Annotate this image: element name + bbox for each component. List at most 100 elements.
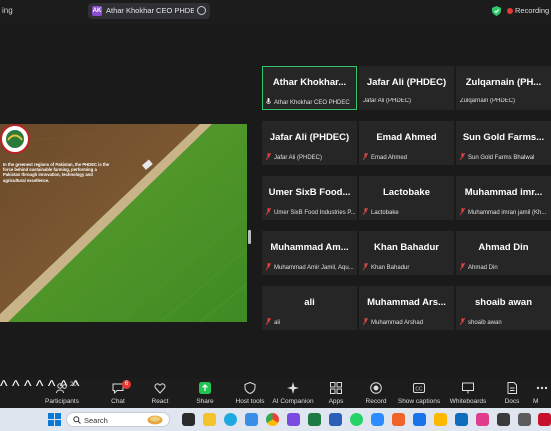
task-view-icon[interactable]: [182, 413, 195, 426]
search-placeholder: Search: [84, 416, 108, 425]
participant-tile[interactable]: Muhammad Ars... Muhammad Arshad: [359, 286, 454, 330]
participant-name-label: Khan Bahadur: [363, 263, 453, 271]
participant-name-label: shoaib awan: [460, 318, 550, 326]
participant-gallery: Athar Khokhar... Athar Khokhar CEO PHDEC…: [262, 66, 551, 342]
meeting-controls-toolbar: 20 Participants ^ 6 Chat React ^ Share ^…: [0, 378, 551, 408]
sticky-notes-icon[interactable]: [434, 413, 447, 426]
participant-tile[interactable]: Lactobake Lactobake: [359, 176, 454, 220]
participant-name-label: Muhammad Arshad: [363, 318, 453, 326]
more-button[interactable]: M: [533, 380, 551, 408]
participant-label-text: Muhammad Arshad: [371, 320, 424, 326]
docs-label: Docs: [504, 398, 520, 405]
participant-tile[interactable]: Zulqarnain (PH... Zulqarnain (PHDEC): [456, 66, 551, 110]
react-button[interactable]: React: [140, 380, 180, 408]
file-explorer-icon[interactable]: [203, 413, 216, 426]
search-highlight-image-icon: [147, 415, 163, 425]
participant-tile[interactable]: Khan Bahadur Khan Bahadur: [359, 231, 454, 275]
windows-start-icon[interactable]: [48, 413, 61, 426]
participant-display-name: Ahmad Din: [478, 242, 529, 253]
shared-screen-area: In the greenest regions of Pakistan, the…: [0, 24, 258, 378]
show-captions-button[interactable]: CC Show captions: [398, 380, 440, 408]
participant-label-text: Umer SixB Food Industries P...: [274, 210, 356, 216]
outlook-icon[interactable]: [413, 413, 426, 426]
participant-tile[interactable]: Sun Gold Farms... Sun Gold Farms Bhalwal: [456, 121, 551, 165]
app-icon[interactable]: [538, 413, 551, 426]
chrome-browser-icon[interactable]: [266, 413, 279, 426]
meeting-top-bar: ing AK Athar Khokhar CEO PHDEC's scre Re…: [0, 0, 551, 24]
participant-tile[interactable]: Jafar Ali (PHDEC) Jafar Ali (PHDEC): [262, 121, 357, 165]
photos-icon[interactable]: [455, 413, 468, 426]
participant-label-text: Muhammad imran jamil (Kh...: [468, 210, 547, 216]
zoom-app-icon[interactable]: [371, 413, 384, 426]
participant-label-text: Athar Khokhar CEO PHDEC: [274, 100, 350, 106]
participant-tile[interactable]: shoaib awan shoaib awan: [456, 286, 551, 330]
participant-label-text: Jafar Ali (PHDEC): [363, 98, 412, 104]
react-chevron-icon[interactable]: ^: [12, 378, 20, 395]
participant-label-text: Khan Bahadur: [371, 265, 410, 271]
microphone-icon: [266, 98, 271, 104]
record-button[interactable]: Record: [356, 380, 396, 408]
sharer-avatar: AK: [92, 6, 102, 16]
whatsapp-icon[interactable]: [350, 413, 363, 426]
participant-display-name: Sun Gold Farms...: [462, 132, 545, 143]
share-options-icon[interactable]: [197, 6, 206, 15]
farmland-aerial-image: [0, 124, 247, 322]
captions-cc-icon: CC: [413, 383, 425, 393]
participant-display-name: Jafar Ali (PHDEC): [269, 132, 350, 143]
security-shield-icon[interactable]: [492, 6, 501, 16]
share-chevron-icon[interactable]: ^: [24, 378, 32, 395]
microsoft-store-icon[interactable]: [245, 413, 258, 426]
participants-count: 20: [70, 382, 77, 388]
participants-label: Participants: [45, 398, 79, 405]
settings-gear-icon[interactable]: [497, 413, 510, 426]
participant-tile[interactable]: Jafar Ali (PHDEC) Jafar Ali (PHDEC): [359, 66, 454, 110]
recording-label[interactable]: Recording: [515, 6, 549, 15]
host-tools-button[interactable]: Host tools: [230, 380, 270, 408]
muted-microphone-icon: [460, 153, 465, 160]
phdec-logo-icon: [0, 124, 30, 154]
muted-microphone-icon: [460, 318, 465, 325]
participant-tile[interactable]: Muhammad Am... Muhammad Amir Jamil, Aqu.…: [262, 231, 357, 275]
edge-browser-icon[interactable]: [224, 413, 237, 426]
participant-label-text: Emad Ahmed: [371, 155, 408, 161]
participant-tile[interactable]: Ahmad Din Ahmad Din: [456, 231, 551, 275]
participant-label-text: Zulqarnain (PHDEC): [460, 98, 516, 104]
participants-button[interactable]: 20 Participants: [42, 380, 82, 408]
participant-name-label: Ahmad Din: [460, 263, 550, 271]
share-screen-icon: [199, 382, 211, 394]
participant-name-label: Zulqarnain (PHDEC): [460, 98, 550, 104]
participant-label-text: Lactobake: [371, 210, 399, 216]
participant-name-label: Emad Ahmed: [363, 153, 453, 161]
teams-icon[interactable]: [287, 413, 300, 426]
excel-icon[interactable]: [308, 413, 321, 426]
participants-chevron-icon[interactable]: ^: [0, 378, 8, 395]
powerpoint-icon[interactable]: [392, 413, 405, 426]
taskbar-search-box[interactable]: Search: [66, 412, 170, 427]
whiteboards-button[interactable]: Whiteboards: [448, 380, 488, 408]
participant-tile[interactable]: Muhammad imr... Muhammad imran jamil (Kh…: [456, 176, 551, 220]
app-icon[interactable]: [476, 413, 489, 426]
participant-display-name: Umer SixB Food...: [268, 187, 351, 198]
docs-button[interactable]: Docs: [492, 380, 532, 408]
share-button[interactable]: Share: [185, 380, 225, 408]
participant-label-text: Jafar Ali (PHDEC): [274, 155, 323, 161]
ai-companion-button[interactable]: AI Companion: [272, 380, 314, 408]
participant-tile[interactable]: ali ali: [262, 286, 357, 330]
muted-microphone-icon: [266, 263, 271, 270]
terminal-icon[interactable]: [518, 413, 531, 426]
participant-name-label: Lactobake: [363, 208, 453, 216]
record-icon: [370, 382, 382, 394]
participant-tile[interactable]: Athar Khokhar... Athar Khokhar CEO PHDEC: [262, 66, 357, 110]
participant-tile[interactable]: Umer SixB Food... Umer SixB Food Industr…: [262, 176, 357, 220]
word-icon[interactable]: [329, 413, 342, 426]
participant-tile[interactable]: Emad Ahmed Emad Ahmed: [359, 121, 454, 165]
participant-name-label: Muhammad imran jamil (Kh...: [460, 208, 550, 216]
participant-display-name: Zulqarnain (PH...: [465, 77, 542, 88]
ai-sparkle-icon: [287, 382, 299, 394]
screen-share-indicator[interactable]: AK Athar Khokhar CEO PHDEC's scre: [88, 3, 210, 19]
chat-button[interactable]: 6 Chat: [98, 380, 138, 408]
share-title: Athar Khokhar CEO PHDEC's scre: [106, 6, 194, 15]
participant-label-text: Muhammad Amir Jamil, Aqu...: [274, 265, 354, 271]
split-view-resize-handle[interactable]: [248, 230, 251, 244]
top-bar-text: ing: [2, 6, 13, 15]
